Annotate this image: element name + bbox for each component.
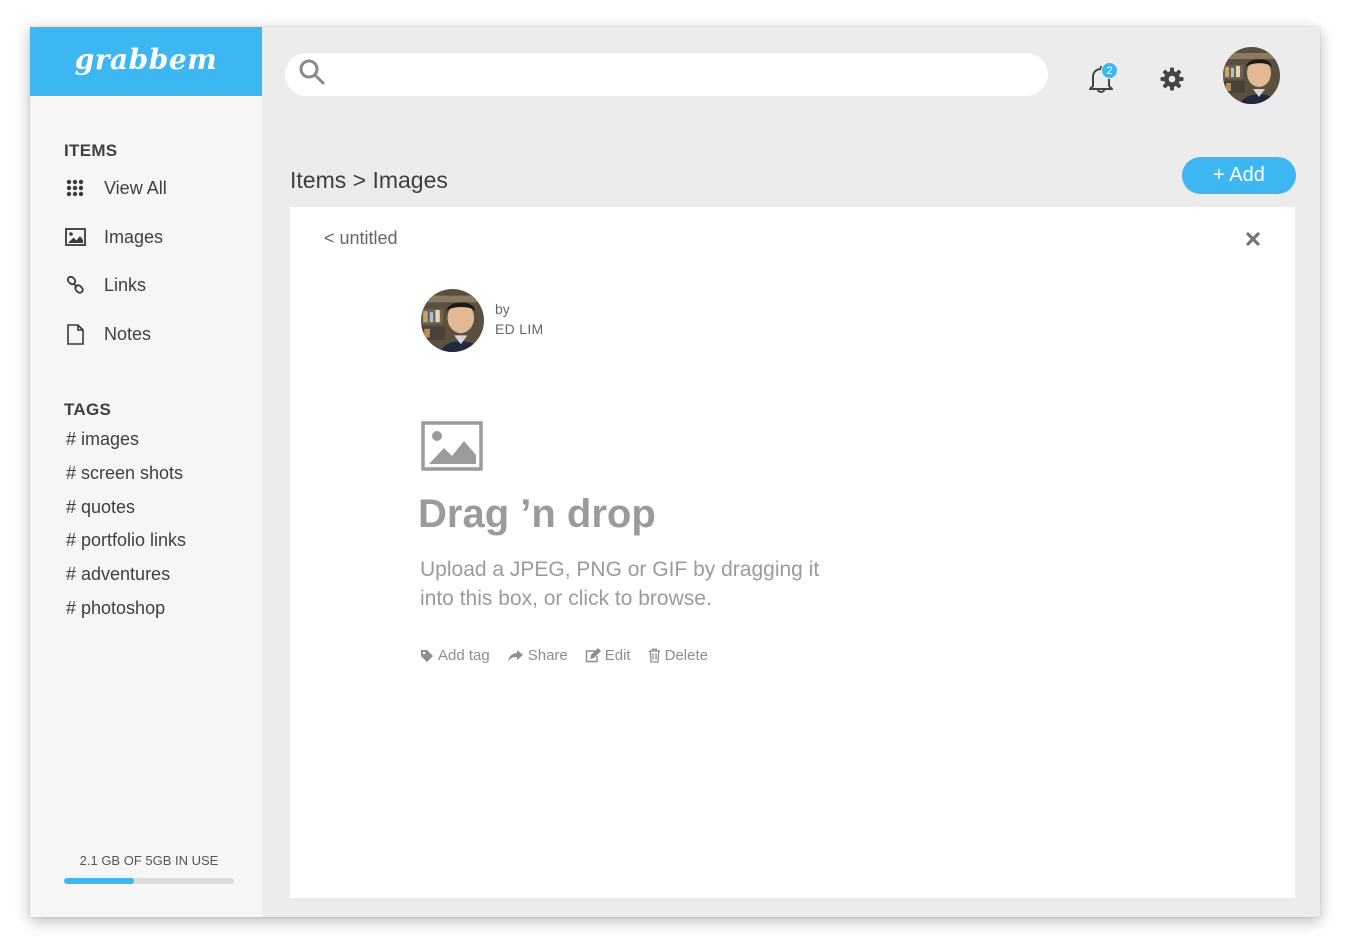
action-label: Share: [527, 647, 568, 664]
image-icon: [64, 226, 86, 248]
breadcrumb: Items > Images: [290, 167, 448, 193]
items-heading: ITEMS: [64, 141, 118, 160]
sidebar-item-links[interactable]: Links: [64, 270, 146, 300]
grid-icon: [64, 177, 86, 199]
notification-badge: 2: [1101, 62, 1118, 79]
add-button[interactable]: + Add: [1182, 157, 1296, 194]
image-placeholder-icon: [421, 421, 483, 471]
close-button[interactable]: [1245, 231, 1263, 249]
add-tag-button[interactable]: Add tag: [420, 647, 490, 664]
tag-link[interactable]: # screen shots: [66, 463, 183, 484]
action-label: Edit: [604, 647, 631, 664]
link-icon: [64, 274, 86, 296]
item-actions: Add tag Share Edit Delete: [420, 647, 725, 664]
tag-link[interactable]: # adventures: [66, 564, 170, 585]
dropzone-description: Upload a JPEG, PNG or GIF by dragging it…: [420, 558, 820, 610]
sidebar-item-label: Links: [104, 274, 147, 295]
settings-button[interactable]: [1159, 66, 1185, 92]
tag-link[interactable]: # quotes: [66, 497, 135, 518]
by-label: by: [495, 301, 510, 317]
edit-button[interactable]: Edit: [585, 647, 631, 664]
author-avatar: [421, 289, 484, 352]
share-button[interactable]: Share: [507, 647, 568, 664]
action-label: Add tag: [438, 647, 490, 664]
search-bar[interactable]: [285, 53, 1048, 96]
sidebar-item-images[interactable]: Images: [64, 222, 163, 252]
share-icon: [507, 649, 523, 662]
tag-icon: [421, 649, 433, 662]
user-avatar[interactable]: [1223, 47, 1280, 104]
storage-usage-bar: [64, 878, 234, 884]
back-link[interactable]: < untitled: [324, 228, 398, 249]
search-input[interactable]: [336, 53, 1048, 96]
gear-icon: [1160, 67, 1184, 91]
logo-bar[interactable]: grabbem: [30, 27, 262, 96]
tag-link[interactable]: # photoshop: [66, 598, 165, 619]
action-label: Delete: [664, 647, 708, 664]
sidebar-item-label: Notes: [104, 323, 152, 344]
storage-usage-label: 2.1 GB OF 5GB IN USE: [79, 853, 219, 868]
search-icon: [298, 58, 326, 91]
sidebar-item-label: Images: [104, 226, 164, 247]
sidebar-item-view-all[interactable]: View All: [64, 173, 167, 203]
trash-icon: [648, 648, 660, 663]
author-name: ED LIM: [495, 321, 544, 337]
note-icon: [64, 323, 86, 345]
tag-link[interactable]: # portfolio links: [66, 530, 186, 551]
tags-heading: TAGS: [64, 400, 112, 419]
edit-icon: [585, 648, 601, 663]
sidebar-item-notes[interactable]: Notes: [64, 319, 151, 349]
tag-link[interactable]: # images: [66, 429, 139, 450]
close-icon: [1246, 232, 1260, 246]
sidebar-item-label: View All: [104, 177, 167, 198]
app-window: grabbem ITEMS View All Images Links Note…: [30, 27, 1320, 917]
upload-dropzone[interactable]: Drag ’n drop Upload a JPEG, PNG or GIF b…: [418, 417, 838, 610]
delete-button[interactable]: Delete: [648, 647, 708, 664]
sidebar: grabbem ITEMS View All Images Links Note…: [30, 27, 262, 917]
item-editor-card: < untitled by ED LIM Drag ’n drop Upload…: [290, 207, 1295, 898]
logo: grabbem: [74, 43, 218, 76]
dropzone-title: Drag ’n drop: [418, 492, 656, 536]
storage-usage-fill: [64, 878, 134, 884]
